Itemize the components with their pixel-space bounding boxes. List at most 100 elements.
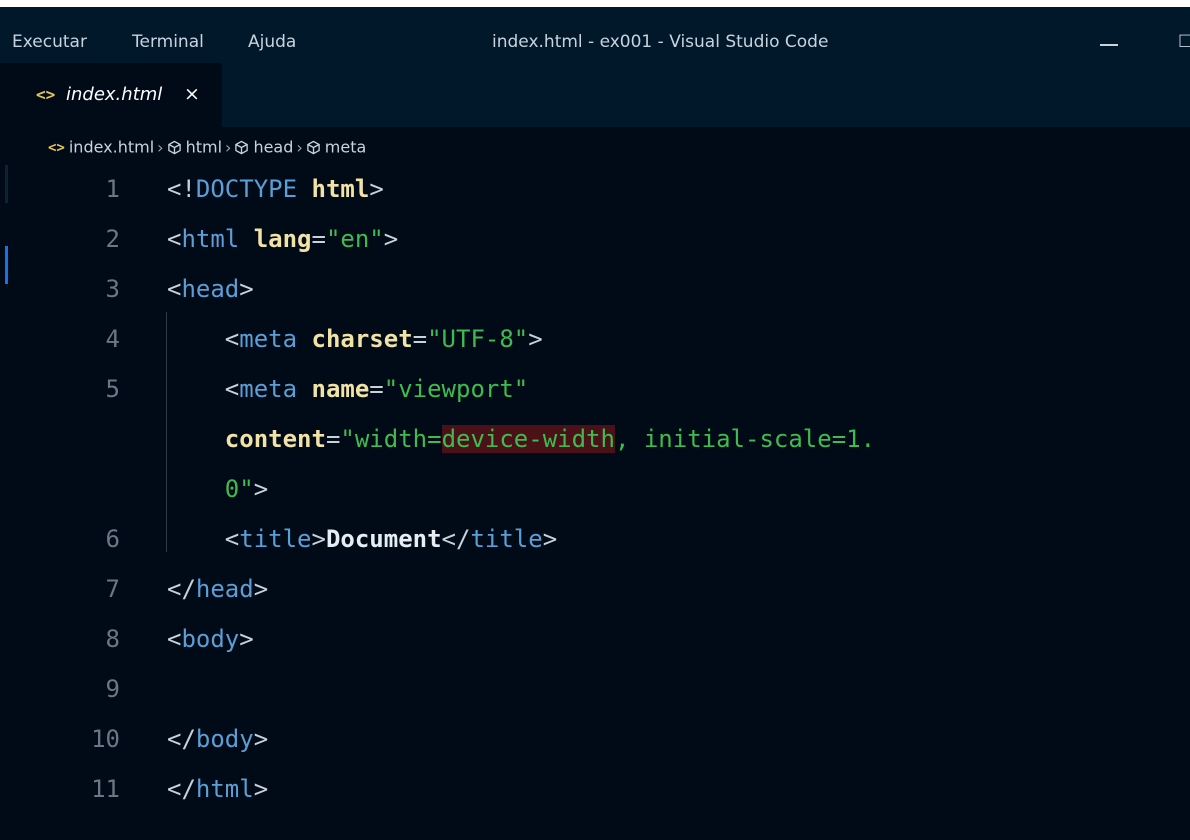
code-token: <!: [167, 175, 196, 203]
code-line-wrapped: content="width=device-width, initial-sca…: [167, 424, 875, 454]
code-token: charset: [311, 325, 413, 353]
html-file-icon: <>: [36, 85, 56, 104]
line-number: 5: [105, 375, 120, 403]
menu-executar[interactable]: Executar: [12, 31, 87, 53]
code-token: content: [224, 425, 326, 453]
close-icon[interactable]: ×: [184, 83, 200, 105]
code-token: >: [369, 175, 384, 203]
code-token: <: [167, 325, 240, 353]
code-token: >: [383, 225, 399, 253]
code-token: =: [325, 425, 341, 453]
code-token: meta: [239, 325, 298, 353]
code-line: </body>: [167, 724, 268, 754]
code-token: >: [239, 625, 254, 653]
line-number: 3: [105, 275, 120, 303]
breadcrumb-item-html[interactable]: html: [186, 138, 222, 157]
code-token: <: [167, 625, 182, 653]
element-cube-icon: [235, 140, 249, 155]
code-token: , initial-scale=1.: [614, 425, 876, 453]
line-number: 11: [91, 775, 120, 803]
code-token: html: [311, 175, 370, 203]
code-line: </head>: [167, 574, 268, 604]
code-token: >: [542, 525, 558, 553]
code-token: "en": [325, 225, 384, 253]
minimize-button[interactable]: [1100, 44, 1118, 46]
code-token: >: [253, 475, 269, 503]
breadcrumb-item-head[interactable]: head: [253, 138, 293, 157]
code-token: </: [167, 575, 196, 603]
git-change-marker: [5, 246, 8, 284]
code-token: >: [253, 775, 269, 803]
code-token: <: [167, 375, 240, 403]
title-bar: Executar Terminal Ajuda index.html - ex0…: [0, 7, 1190, 63]
code-line: <meta charset="UTF-8">: [167, 324, 543, 354]
menu-ajuda[interactable]: Ajuda: [248, 31, 296, 53]
breadcrumb-item-meta[interactable]: meta: [325, 138, 367, 157]
code-token: =: [369, 375, 384, 403]
code-line: <meta name="viewport": [167, 374, 528, 404]
code-line: </html>: [167, 774, 268, 804]
html-file-icon: <>: [48, 139, 65, 156]
maximize-button[interactable]: ☐: [1178, 31, 1190, 53]
code-token: title: [239, 525, 312, 553]
code-token: "viewport": [383, 375, 529, 403]
chevron-right-icon: ›: [225, 137, 232, 157]
code-token: lang: [253, 225, 312, 253]
code-token: "UTF-8": [427, 325, 529, 353]
code-token: head: [195, 575, 254, 603]
code-token: </: [167, 725, 196, 753]
code-line-wrapped: 0">: [167, 474, 268, 504]
tab-label: index.html: [66, 84, 163, 105]
line-number: 10: [91, 725, 120, 753]
line-number: 1: [105, 175, 120, 203]
code-token: Document: [325, 525, 442, 553]
tab-index-html[interactable]: <> index.html ×: [0, 63, 222, 127]
line-number: 6: [105, 525, 120, 553]
code-token: title: [470, 525, 543, 553]
breadcrumb: <> index.html › html › head › meta: [48, 136, 366, 158]
code-token: 0": [224, 475, 254, 503]
window-top-border: [0, 0, 1190, 7]
code-line: <head>: [167, 274, 254, 304]
code-line: <title>Document</title>: [167, 524, 557, 554]
code-token: >: [253, 575, 269, 603]
breadcrumb-item-file[interactable]: index.html: [69, 138, 154, 157]
code-token: html: [181, 225, 240, 253]
code-token: DOCTYPE: [195, 175, 298, 203]
code-token: <: [167, 225, 182, 253]
chevron-right-icon: ›: [157, 137, 164, 157]
line-number: 9: [105, 675, 120, 703]
code-token: html: [195, 775, 254, 803]
chevron-right-icon: ›: [296, 137, 303, 157]
line-number: 8: [105, 625, 120, 653]
code-token: >: [311, 525, 326, 553]
code-token: device-width: [441, 425, 615, 453]
code-token: <: [167, 525, 240, 553]
code-token: <: [167, 275, 182, 303]
line-number: 7: [105, 575, 120, 603]
element-cube-icon: [307, 140, 320, 155]
code-line: <body>: [167, 624, 254, 654]
code-token: </: [167, 775, 196, 803]
code-token: head: [181, 275, 240, 303]
menu-terminal[interactable]: Terminal: [132, 31, 204, 53]
line-number: 4: [105, 325, 120, 353]
code-token: =: [412, 325, 428, 353]
scroll-indicator: [5, 165, 8, 203]
line-number: 2: [105, 225, 120, 253]
element-cube-icon: [167, 140, 181, 155]
code-token: name: [311, 375, 370, 403]
code-token: meta: [239, 375, 298, 403]
code-token: >: [239, 275, 254, 303]
code-token: "width=: [340, 425, 442, 453]
code-token: body: [181, 625, 240, 653]
window-title: index.html - ex001 - Visual Studio Code: [492, 32, 829, 52]
code-token: </: [441, 525, 471, 553]
code-token: >: [528, 325, 543, 353]
